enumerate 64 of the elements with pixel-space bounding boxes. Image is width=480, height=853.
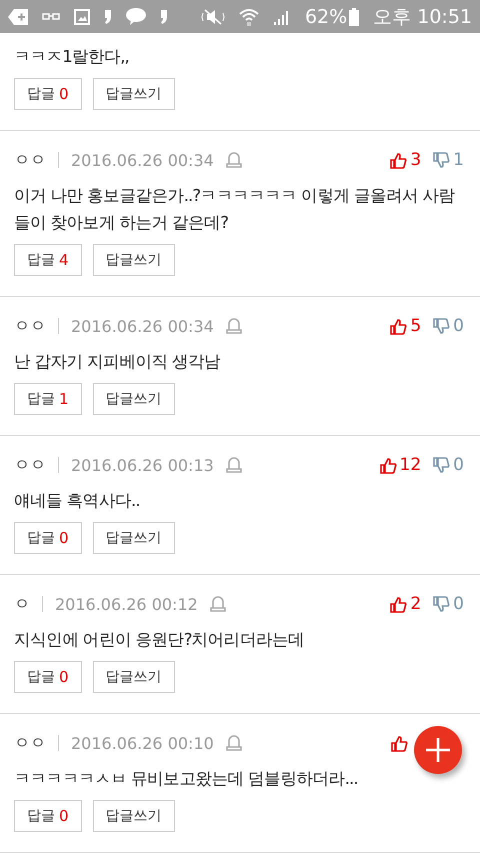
alarm-icon[interactable] (226, 734, 242, 752)
like-count: 3 (410, 150, 422, 170)
wifi-icon (238, 8, 259, 26)
comment-text: ㅋㅋㅈ1랄한다,, (14, 46, 130, 68)
replies-button[interactable]: 답글 0 (14, 661, 82, 693)
dislike-count: 0 (453, 455, 464, 475)
write-reply-button[interactable]: 답글쓰기 (92, 522, 175, 554)
comment-author: ㅇ (14, 594, 30, 614)
dislike-count: 0 (453, 594, 464, 614)
alarm-icon[interactable] (226, 317, 242, 335)
comment-author: ㅇㅇ (14, 732, 46, 754)
replies-button[interactable]: 답글 0 (14, 800, 82, 832)
comment-text: 이거 나만 홍보글같은가..?ㅋㅋㅋㅋㅋㅋ 이렇게 글올려서 사람들이 찾아보게 하는거 같은데? (14, 185, 456, 234)
clock: 오후 10:51 (373, 4, 472, 30)
chat-bubble-icon (126, 8, 146, 25)
alarm-icon[interactable] (226, 456, 242, 474)
image-icon (74, 8, 90, 24)
thumbs-up-icon[interactable] (391, 734, 408, 752)
signal-icon (272, 8, 291, 24)
thumbs-down-icon[interactable] (433, 318, 450, 334)
like-count: 5 (410, 316, 422, 336)
replies-button[interactable]: 답글 0 (14, 78, 82, 110)
write-reply-button[interactable]: 답글쓰기 (92, 661, 175, 693)
comment-author: ㅇㅇ (14, 150, 46, 170)
comment-text: 얘네들 흑역사다.. (14, 490, 141, 512)
comment-date: 2016.06.26 00:34 (71, 316, 214, 336)
thumbs-up-icon[interactable] (380, 456, 397, 474)
glasses-icon (42, 12, 60, 20)
battery-percent: 62% (304, 6, 348, 28)
comment-date: 2016.06.26 00:13 (71, 456, 214, 474)
dislike-count: 0 (453, 316, 464, 336)
thumbs-up-icon[interactable] (390, 152, 408, 168)
comment-author: ㅇㅇ (14, 454, 46, 476)
alarm-icon[interactable] (226, 151, 242, 169)
thumbs-down-icon[interactable] (433, 596, 450, 612)
comment-text: 난 갑자기 지피베이직 생각남 (14, 351, 222, 373)
comment-date: 2016.06.26 00:34 (71, 150, 214, 170)
write-reply-button[interactable]: 답글쓰기 (92, 383, 175, 415)
write-reply-button[interactable]: 답글쓰기 (92, 244, 175, 276)
mute-icon (200, 8, 225, 24)
thumbs-down-icon[interactable] (433, 456, 450, 474)
replies-button[interactable]: 답글 4 (14, 244, 82, 276)
comment-text: ㅋㅋㅋㅋㅋㅅㅂ 뮤비보고왔는데 덤블링하더라... (14, 768, 359, 790)
add-button[interactable] (414, 726, 462, 774)
comment-date: 2016.06.26 00:12 (55, 594, 198, 614)
dislike-count: 1 (453, 150, 464, 170)
like-count: 12 (400, 455, 422, 475)
alarm-icon[interactable] (210, 595, 226, 613)
thumbs-up-icon[interactable] (390, 318, 408, 334)
thumbs-down-icon[interactable] (433, 152, 450, 168)
battery-icon (349, 8, 360, 26)
replies-button[interactable]: 답글 1 (14, 383, 82, 415)
comment-text: 지식인에 어린이 응원단?치어리더라는데 (14, 629, 306, 651)
comment-date: 2016.06.26 00:10 (71, 734, 214, 752)
plus-tag-icon (8, 8, 28, 24)
like-count: 2 (410, 594, 422, 614)
comma-icon (104, 8, 112, 24)
thumbs-up-icon[interactable] (390, 596, 408, 612)
comma-icon (160, 8, 168, 24)
replies-button[interactable]: 답글 0 (14, 522, 82, 554)
plus-icon (425, 737, 451, 763)
write-reply-button[interactable]: 답글쓰기 (92, 800, 175, 832)
comment-author: ㅇㅇ (14, 316, 46, 336)
write-reply-button[interactable]: 답글쓰기 (92, 78, 175, 110)
